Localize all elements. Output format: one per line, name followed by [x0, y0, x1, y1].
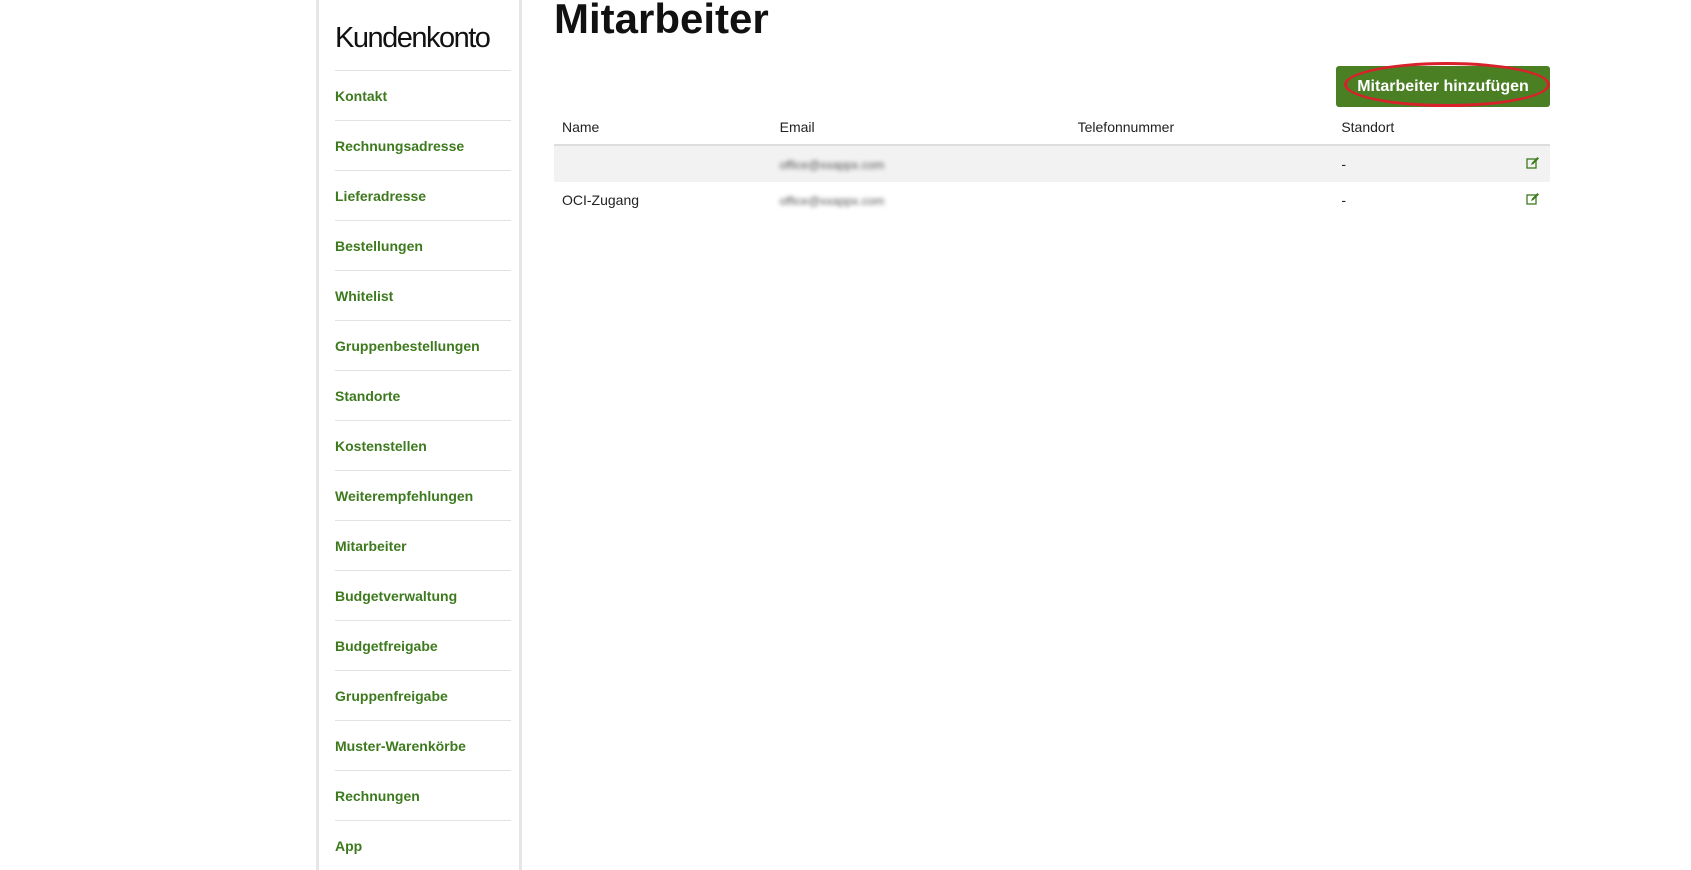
- sidebar-item-app: App: [335, 820, 511, 870]
- sidebar-link-weiterempfehlungen[interactable]: Weiterempfehlungen: [335, 488, 473, 504]
- column-header-actions: [1518, 110, 1550, 146]
- sidebar-link-mitarbeiter[interactable]: Mitarbeiter: [335, 538, 407, 554]
- sidebar-item-budgetverwaltung: Budgetverwaltung: [335, 570, 511, 620]
- cell-actions: [1518, 182, 1550, 218]
- add-employee-button[interactable]: Mitarbeiter hinzufügen: [1336, 66, 1550, 107]
- sidebar-link-gruppenfreigabe[interactable]: Gruppenfreigabe: [335, 688, 448, 704]
- cell-email-value: office@xxappx.com: [779, 158, 885, 172]
- cell-phone: [1069, 145, 1334, 182]
- sidebar-link-muster-warenkoerbe[interactable]: Muster-Warenkörbe: [335, 738, 466, 754]
- sidebar-link-gruppenbestellungen[interactable]: Gruppenbestellungen: [335, 338, 480, 354]
- column-header-phone: Telefonnummer: [1069, 110, 1334, 146]
- cell-name: OCI-Zugang: [562, 192, 640, 208]
- sidebar-item-kostenstellen: Kostenstellen: [335, 420, 511, 470]
- cell-email-value: office@xxappx.com: [779, 194, 885, 208]
- column-header-email: Email: [771, 110, 1070, 146]
- cell-email: office@xxappx.com: [771, 145, 1070, 182]
- sidebar-item-mitarbeiter: Mitarbeiter: [335, 520, 511, 570]
- sidebar: Kundenkonto Kontakt Rechnungsadresse Lie…: [316, 0, 522, 870]
- sidebar-item-lieferadresse: Lieferadresse: [335, 170, 511, 220]
- sidebar-item-whitelist: Whitelist: [335, 270, 511, 320]
- edit-icon[interactable]: [1526, 192, 1540, 206]
- edit-icon[interactable]: [1526, 156, 1540, 170]
- sidebar-menu: Kontakt Rechnungsadresse Lieferadresse B…: [335, 70, 511, 870]
- cell-phone: [1070, 182, 1334, 218]
- table-header-row: Name Email Telefonnummer Standort: [554, 110, 1550, 146]
- cell-name: [554, 145, 772, 182]
- sidebar-title: Kundenkonto: [335, 22, 491, 54]
- sidebar-link-rechnungen[interactable]: Rechnungen: [335, 788, 420, 804]
- sidebar-item-budgetfreigabe: Budgetfreigabe: [335, 620, 511, 670]
- column-header-location: Standort: [1333, 110, 1518, 146]
- sidebar-link-kostenstellen[interactable]: Kostenstellen: [335, 438, 427, 454]
- cell-actions: [1518, 145, 1550, 182]
- sidebar-link-budgetfreigabe[interactable]: Budgetfreigabe: [335, 638, 438, 654]
- sidebar-item-weiterempfehlungen: Weiterempfehlungen: [335, 470, 511, 520]
- sidebar-link-standorte[interactable]: Standorte: [335, 388, 400, 404]
- sidebar-item-muster-warenkoerbe: Muster-Warenkörbe: [335, 720, 511, 770]
- sidebar-link-bestellungen[interactable]: Bestellungen: [335, 238, 423, 254]
- sidebar-link-lieferadresse[interactable]: Lieferadresse: [335, 188, 426, 204]
- cell-location: -: [1333, 145, 1518, 182]
- sidebar-item-rechnungsadresse: Rechnungsadresse: [335, 120, 511, 170]
- sidebar-link-app[interactable]: App: [335, 838, 362, 854]
- sidebar-item-standorte: Standorte: [335, 370, 511, 420]
- sidebar-link-kontakt[interactable]: Kontakt: [335, 88, 387, 104]
- table-row: OCI-Zugang office@xxappx.com -: [554, 182, 1550, 218]
- page-title: Mitarbeiter: [554, 0, 769, 42]
- employee-table: Name Email Telefonnummer Standort office…: [554, 110, 1550, 218]
- sidebar-item-kontakt: Kontakt: [335, 70, 511, 120]
- sidebar-item-gruppenfreigabe: Gruppenfreigabe: [335, 670, 511, 720]
- sidebar-link-budgetverwaltung[interactable]: Budgetverwaltung: [335, 588, 457, 604]
- table-row: office@xxappx.com -: [554, 145, 1550, 182]
- sidebar-item-rechnungen: Rechnungen: [335, 770, 511, 820]
- sidebar-link-whitelist[interactable]: Whitelist: [335, 288, 393, 304]
- cell-location: -: [1341, 192, 1346, 208]
- sidebar-item-bestellungen: Bestellungen: [335, 220, 511, 270]
- sidebar-item-gruppenbestellungen: Gruppenbestellungen: [335, 320, 511, 370]
- column-header-name: Name: [554, 110, 772, 146]
- cell-email: office@xxappx.com: [772, 182, 1070, 218]
- sidebar-link-rechnungsadresse[interactable]: Rechnungsadresse: [335, 138, 464, 154]
